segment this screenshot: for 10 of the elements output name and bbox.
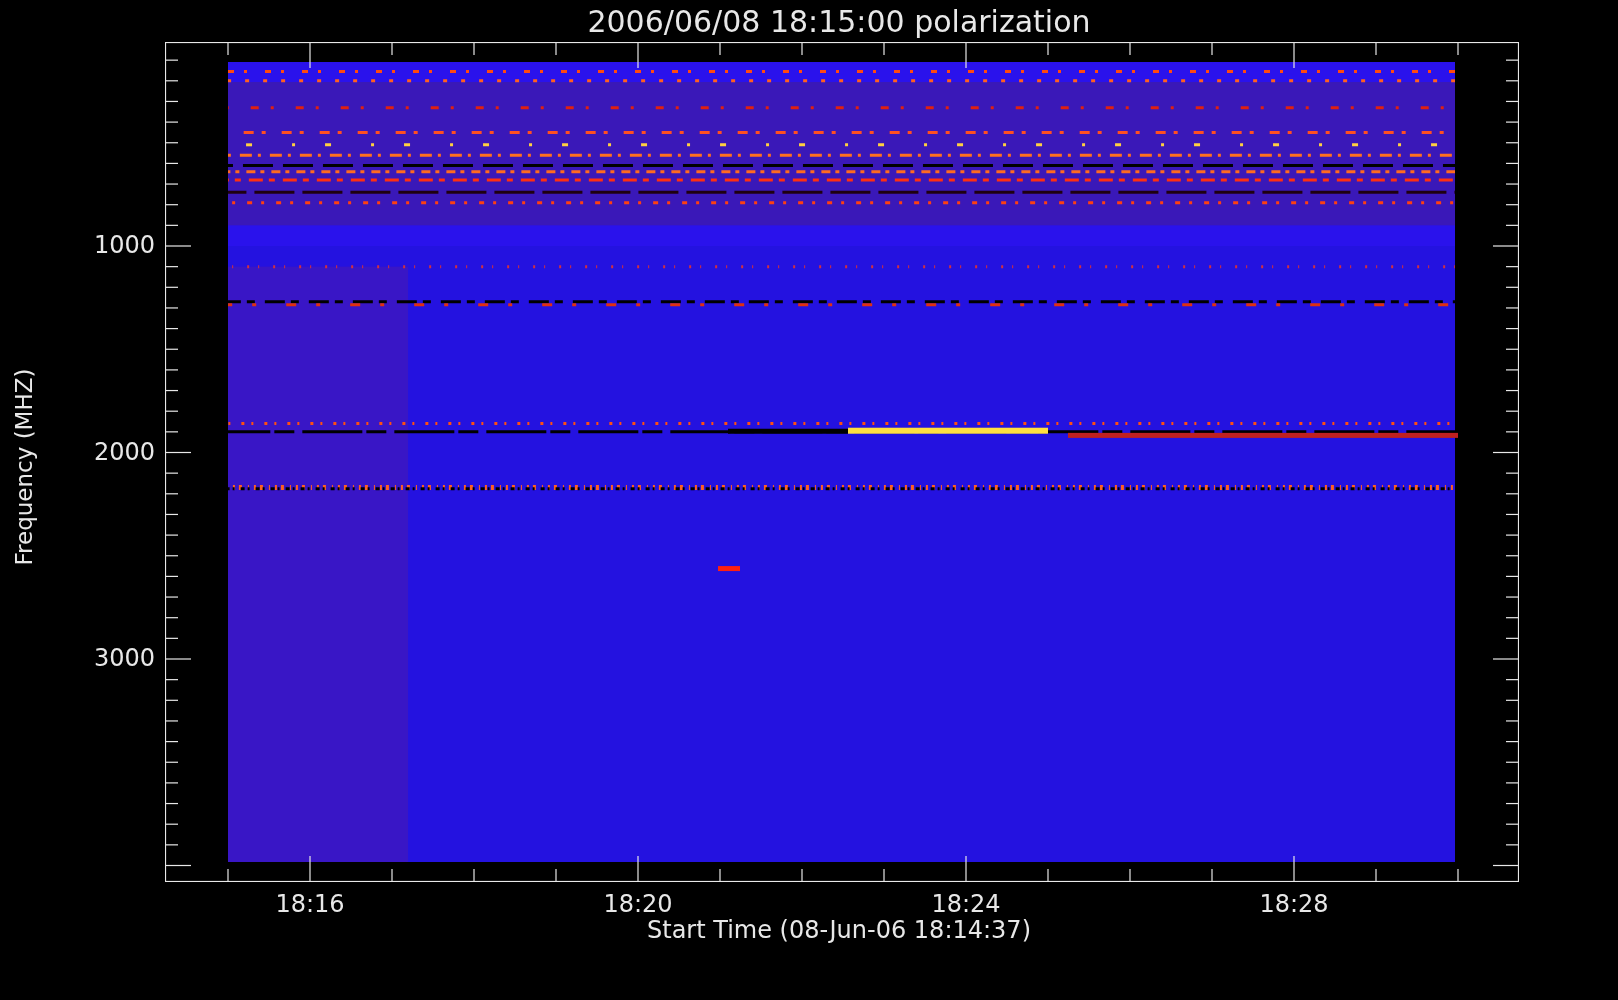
x-tick-label: 18:16 <box>275 890 345 918</box>
y-axis-label: Frequency (MHZ) <box>11 368 37 566</box>
y-tick-label: 2000 <box>93 437 155 466</box>
x-tick-label: 18:24 <box>931 890 1001 918</box>
y-tick-label: 3000 <box>93 644 155 672</box>
y-tick-label: 1000 <box>93 231 155 259</box>
x-tick-label: 18:28 <box>1259 890 1329 918</box>
x-tick-label: 18:20 <box>603 890 673 918</box>
plot-title: 2006/06/08 18:15:00 polarization <box>587 3 1091 39</box>
x-axis-label: Start Time (08-Jun-06 18:14:37) <box>647 916 1031 944</box>
